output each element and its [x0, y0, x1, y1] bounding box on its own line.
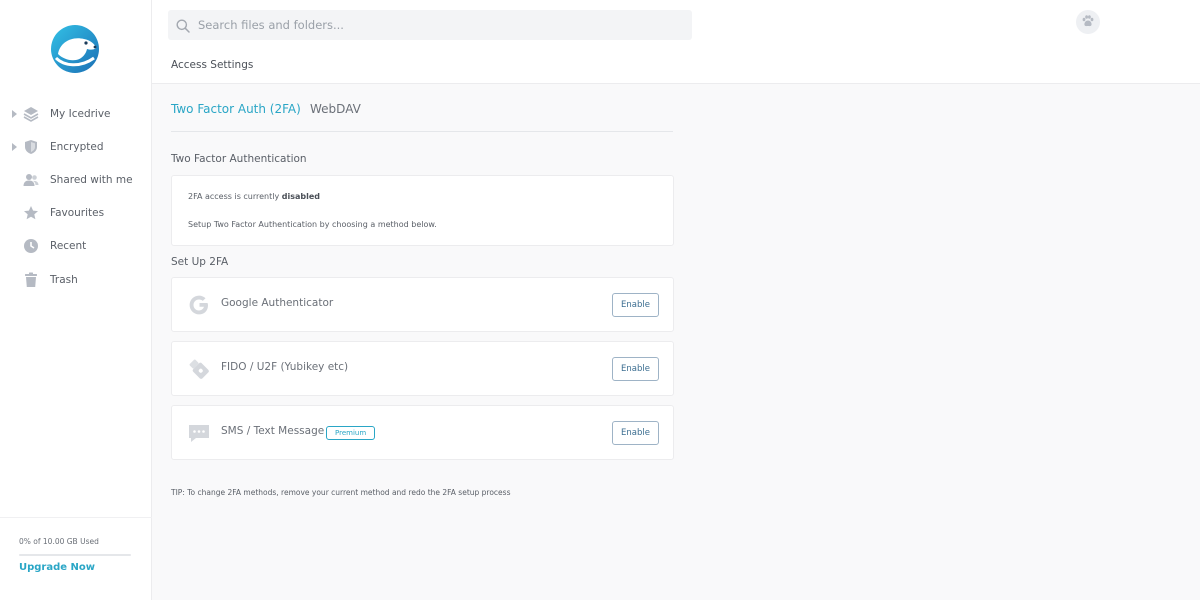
usb-key-icon [187, 357, 211, 381]
sidebar-item-label: Shared with me [50, 173, 133, 186]
sms-icon [187, 421, 211, 445]
google-icon [187, 293, 211, 317]
sidebar-item-label: Favourites [50, 207, 105, 220]
sidebar-item-label: My Icedrive [50, 107, 111, 120]
sidebar-item-recent[interactable]: Recent [0, 230, 152, 263]
enable-google-authenticator-button[interactable]: Enable [612, 292, 659, 317]
search-input[interactable] [198, 10, 678, 40]
setup-section-title: Set Up 2FA [171, 256, 229, 268]
tab-webdav[interactable]: WebDAV [310, 102, 361, 116]
twofa-status-text: 2FA access is currently disabled [188, 192, 320, 201]
users-icon [23, 172, 39, 188]
sidebar-nav: My Icedrive Encrypted Shared with me Fav… [0, 97, 152, 296]
twofa-setup-hint: Setup Two Factor Authentication by choos… [188, 220, 437, 229]
storage-usage-text: 0% of 10.00 GB Used [19, 537, 99, 546]
method-card-google-authenticator: Google Authenticator Enable [171, 277, 674, 332]
settings-tabs: Two Factor Auth (2FA) WebDAV [171, 100, 673, 132]
sidebar-item-label: Recent [50, 240, 87, 253]
sidebar: My Icedrive Encrypted Shared with me Fav… [0, 0, 152, 600]
premium-badge: Premium [326, 425, 376, 440]
upgrade-now-link[interactable]: Upgrade Now [19, 562, 95, 573]
method-card-fido-u2f: FIDO / U2F (Yubikey etc) Enable [171, 341, 674, 396]
enable-sms-button[interactable]: Enable [612, 420, 659, 445]
method-card-sms: SMS / Text Message Premium Enable [171, 405, 674, 460]
search-icon [176, 18, 190, 33]
search-bar[interactable] [168, 10, 692, 40]
sidebar-item-label: Trash [50, 273, 78, 286]
layers-icon [23, 106, 39, 122]
tab-two-factor-auth[interactable]: Two Factor Auth (2FA) [171, 102, 301, 116]
star-icon [23, 205, 39, 221]
polar-bear-logo-icon[interactable] [50, 24, 100, 74]
storage-usage-bar [19, 554, 131, 556]
method-label: Google Authenticator [221, 296, 334, 309]
two-factor-section-title: Two Factor Authentication [171, 153, 307, 165]
shield-icon [23, 139, 39, 155]
clock-icon [23, 238, 39, 254]
avatar[interactable] [1076, 10, 1100, 34]
page-title: Access Settings [171, 59, 254, 71]
trash-icon [23, 272, 39, 288]
sidebar-item-trash[interactable]: Trash [0, 263, 152, 296]
sidebar-item-my-icedrive[interactable]: My Icedrive [0, 97, 152, 130]
sidebar-item-encrypted[interactable]: Encrypted [0, 130, 152, 163]
twofa-status-card: 2FA access is currently disabled Setup T… [171, 175, 674, 246]
method-label: SMS / Text Message [221, 424, 325, 437]
method-label: FIDO / U2F (Yubikey etc) [221, 360, 349, 373]
paw-icon [1081, 13, 1095, 32]
enable-fido-u2f-button[interactable]: Enable [612, 356, 659, 381]
twofa-status-prefix: 2FA access is currently [188, 192, 280, 201]
sidebar-item-favourites[interactable]: Favourites [0, 197, 152, 230]
sidebar-item-label: Encrypted [50, 140, 104, 153]
tip-text: TIP: To change 2FA methods, remove your … [171, 488, 511, 497]
sidebar-item-shared-with-me[interactable]: Shared with me [0, 163, 152, 196]
header: Access Settings [152, 0, 1200, 84]
sidebar-divider [0, 517, 152, 518]
twofa-status-value: disabled [281, 192, 321, 201]
caret-right-icon[interactable] [12, 109, 17, 118]
caret-right-icon[interactable] [12, 142, 17, 151]
